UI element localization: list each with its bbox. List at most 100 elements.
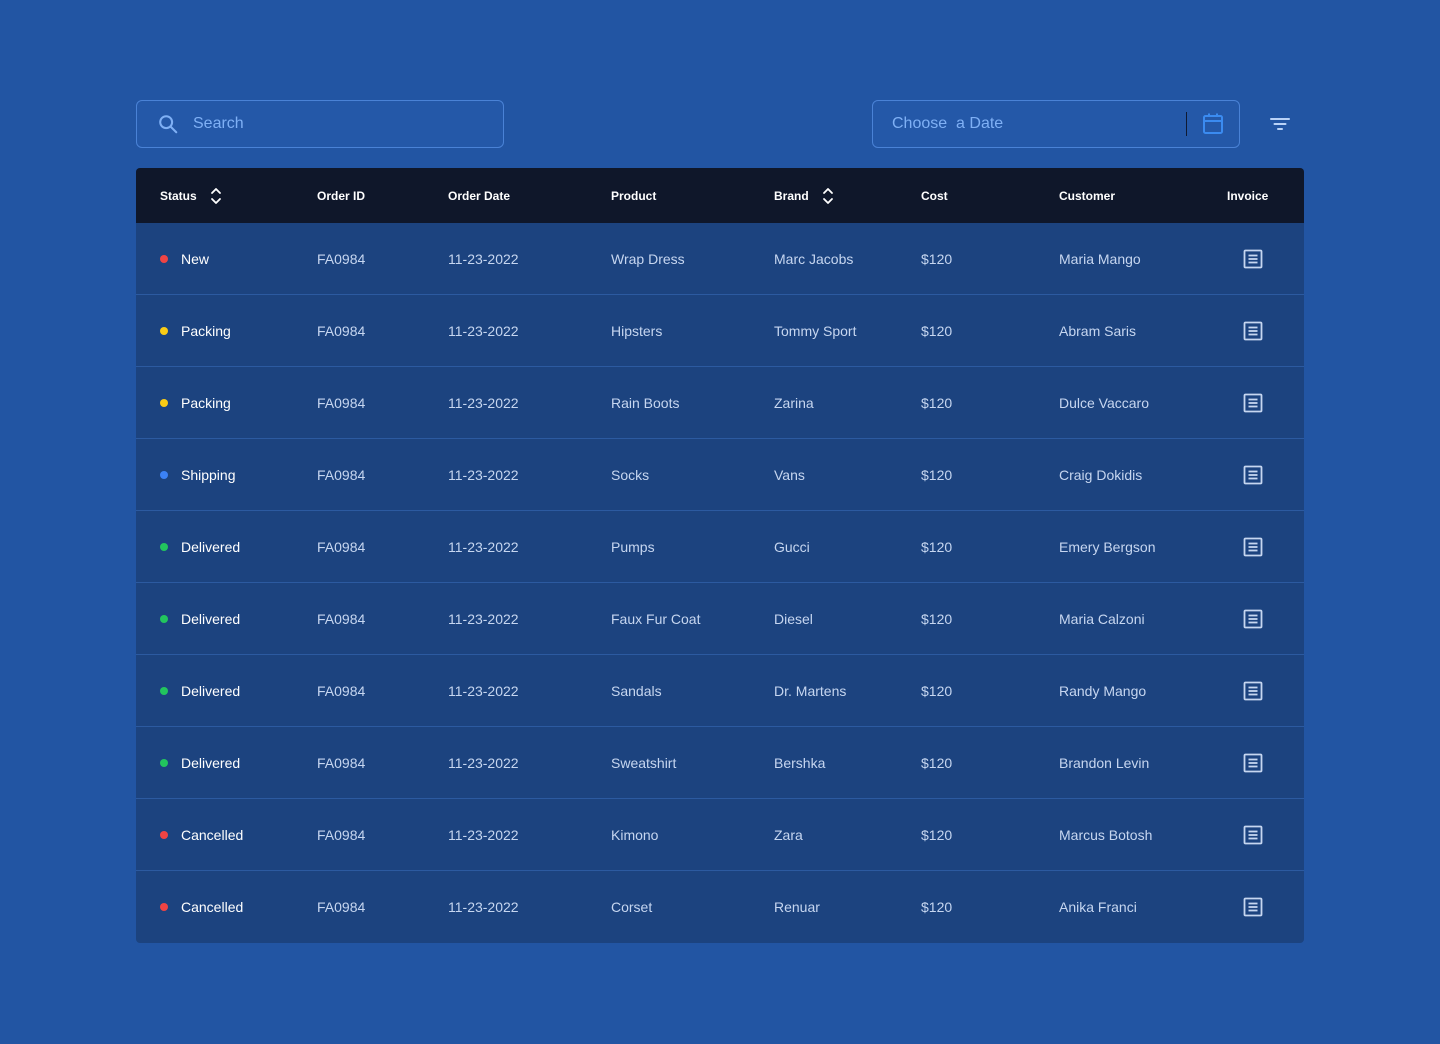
invoice-icon[interactable] <box>1242 752 1264 774</box>
status-cell: Shipping <box>160 439 236 511</box>
invoice-cell <box>1242 439 1264 511</box>
invoice-icon[interactable] <box>1242 320 1264 342</box>
status-dot <box>160 255 168 263</box>
cost-cell: $120 <box>921 323 953 339</box>
brand-cell: Dr. Martens <box>774 683 847 699</box>
order-date-cell: 11-23-2022 <box>448 395 519 411</box>
invoice-cell <box>1242 295 1264 367</box>
customer-cell: Craig Dokidis <box>1059 467 1143 483</box>
invoice-cell <box>1242 367 1264 439</box>
order-date-cell: 11-23-2022 <box>448 827 519 843</box>
invoice-icon[interactable] <box>1242 608 1264 630</box>
status-label: Delivered <box>181 611 241 627</box>
sort-status-icon[interactable] <box>209 187 223 205</box>
invoice-cell <box>1242 511 1264 583</box>
order-date-cell: 11-23-2022 <box>448 683 519 699</box>
product-cell: Hipsters <box>611 323 663 339</box>
status-cell: New <box>160 223 209 295</box>
order-date-cell: 11-23-2022 <box>448 323 519 339</box>
status-dot <box>160 759 168 767</box>
invoice-icon[interactable] <box>1242 536 1264 558</box>
table-row[interactable]: Delivered FA0984 11-23-2022 Sweatshirt B… <box>136 727 1304 799</box>
product-cell: Sweatshirt <box>611 755 677 771</box>
order-id-cell: FA0984 <box>317 827 366 843</box>
header-invoice-label: Invoice <box>1227 188 1269 203</box>
product-cell: Sandals <box>611 683 662 699</box>
invoice-cell <box>1242 799 1264 871</box>
order-id-cell: FA0984 <box>317 395 366 411</box>
header-customer: Customer <box>1059 168 1115 223</box>
cost-cell: $120 <box>921 683 953 699</box>
invoice-cell <box>1242 871 1264 943</box>
order-id-cell: FA0984 <box>317 539 366 555</box>
filter-icon <box>1270 117 1290 131</box>
table-row[interactable]: Cancelled FA0984 11-23-2022 Corset Renua… <box>136 871 1304 943</box>
order-id-cell: FA0984 <box>317 251 366 267</box>
status-cell: Cancelled <box>160 799 243 871</box>
calendar-icon[interactable] <box>1187 112 1239 136</box>
order-id-cell: FA0984 <box>317 899 366 915</box>
table-row[interactable]: Packing FA0984 11-23-2022 Hipsters Tommy… <box>136 295 1304 367</box>
invoice-cell <box>1242 655 1264 727</box>
status-label: Packing <box>181 395 231 411</box>
status-dot <box>160 903 168 911</box>
table-row[interactable]: Delivered FA0984 11-23-2022 Sandals Dr. … <box>136 655 1304 727</box>
status-label: Packing <box>181 323 231 339</box>
brand-cell: Marc Jacobs <box>774 251 854 267</box>
table-row[interactable]: Packing FA0984 11-23-2022 Rain Boots Zar… <box>136 367 1304 439</box>
table-row[interactable]: Cancelled FA0984 11-23-2022 Kimono Zara … <box>136 799 1304 871</box>
invoice-icon[interactable] <box>1242 896 1264 918</box>
table-row[interactable]: Delivered FA0984 11-23-2022 Faux Fur Coa… <box>136 583 1304 655</box>
brand-cell: Bershka <box>774 755 826 771</box>
customer-cell: Abram Saris <box>1059 323 1137 339</box>
table-row[interactable]: Shipping FA0984 11-23-2022 Socks Vans $1… <box>136 439 1304 511</box>
customer-cell: Maria Calzoni <box>1059 611 1145 627</box>
order-id-cell: FA0984 <box>317 683 366 699</box>
brand-cell: Zarina <box>774 395 814 411</box>
toolbar: Choose a Date <box>136 100 1304 148</box>
customer-cell: Dulce Vaccaro <box>1059 395 1150 411</box>
status-dot <box>160 831 168 839</box>
invoice-icon[interactable] <box>1242 392 1264 414</box>
search-input[interactable] <box>193 115 483 133</box>
status-dot <box>160 543 168 551</box>
brand-cell: Diesel <box>774 611 813 627</box>
cost-cell: $120 <box>921 755 953 771</box>
status-dot <box>160 327 168 335</box>
product-cell: Pumps <box>611 539 655 555</box>
status-label: Shipping <box>181 467 236 483</box>
status-cell: Packing <box>160 295 231 367</box>
product-cell: Corset <box>611 899 653 915</box>
date-picker[interactable]: Choose a Date <box>872 100 1240 148</box>
header-status-label: Status <box>160 188 197 203</box>
search-icon <box>157 113 179 135</box>
brand-cell: Vans <box>774 467 805 483</box>
status-label: New <box>181 251 210 267</box>
cost-cell: $120 <box>921 611 953 627</box>
header-order-date-label: Order Date <box>448 188 511 203</box>
sort-brand-icon[interactable] <box>821 187 835 205</box>
invoice-icon[interactable] <box>1242 464 1264 486</box>
invoice-cell <box>1242 583 1264 655</box>
header-brand: Brand <box>774 168 835 223</box>
table-row[interactable]: New FA0984 11-23-2022 Wrap Dress Marc Ja… <box>136 223 1304 295</box>
invoice-icon[interactable] <box>1242 824 1264 846</box>
header-product-label: Product <box>611 188 657 203</box>
order-id-cell: FA0984 <box>317 323 366 339</box>
invoice-icon[interactable] <box>1242 680 1264 702</box>
customer-cell: Emery Bergson <box>1059 539 1156 555</box>
customer-cell: Brandon Levin <box>1059 755 1150 771</box>
invoice-icon[interactable] <box>1242 248 1264 270</box>
filter-button[interactable] <box>1266 112 1294 136</box>
status-cell: Packing <box>160 367 231 439</box>
order-date-cell: 11-23-2022 <box>448 611 519 627</box>
status-dot <box>160 615 168 623</box>
orders-table: Status Order ID Order Date Product Brand <box>136 168 1304 943</box>
customer-cell: Anika Franci <box>1059 899 1137 915</box>
cost-cell: $120 <box>921 395 953 411</box>
table-row[interactable]: Delivered FA0984 11-23-2022 Pumps Gucci … <box>136 511 1304 583</box>
header-order-date: Order Date <box>448 168 510 223</box>
search-box[interactable] <box>136 100 504 148</box>
date-picker-placeholder: Choose a Date <box>892 115 1004 132</box>
status-cell: Delivered <box>160 511 240 583</box>
